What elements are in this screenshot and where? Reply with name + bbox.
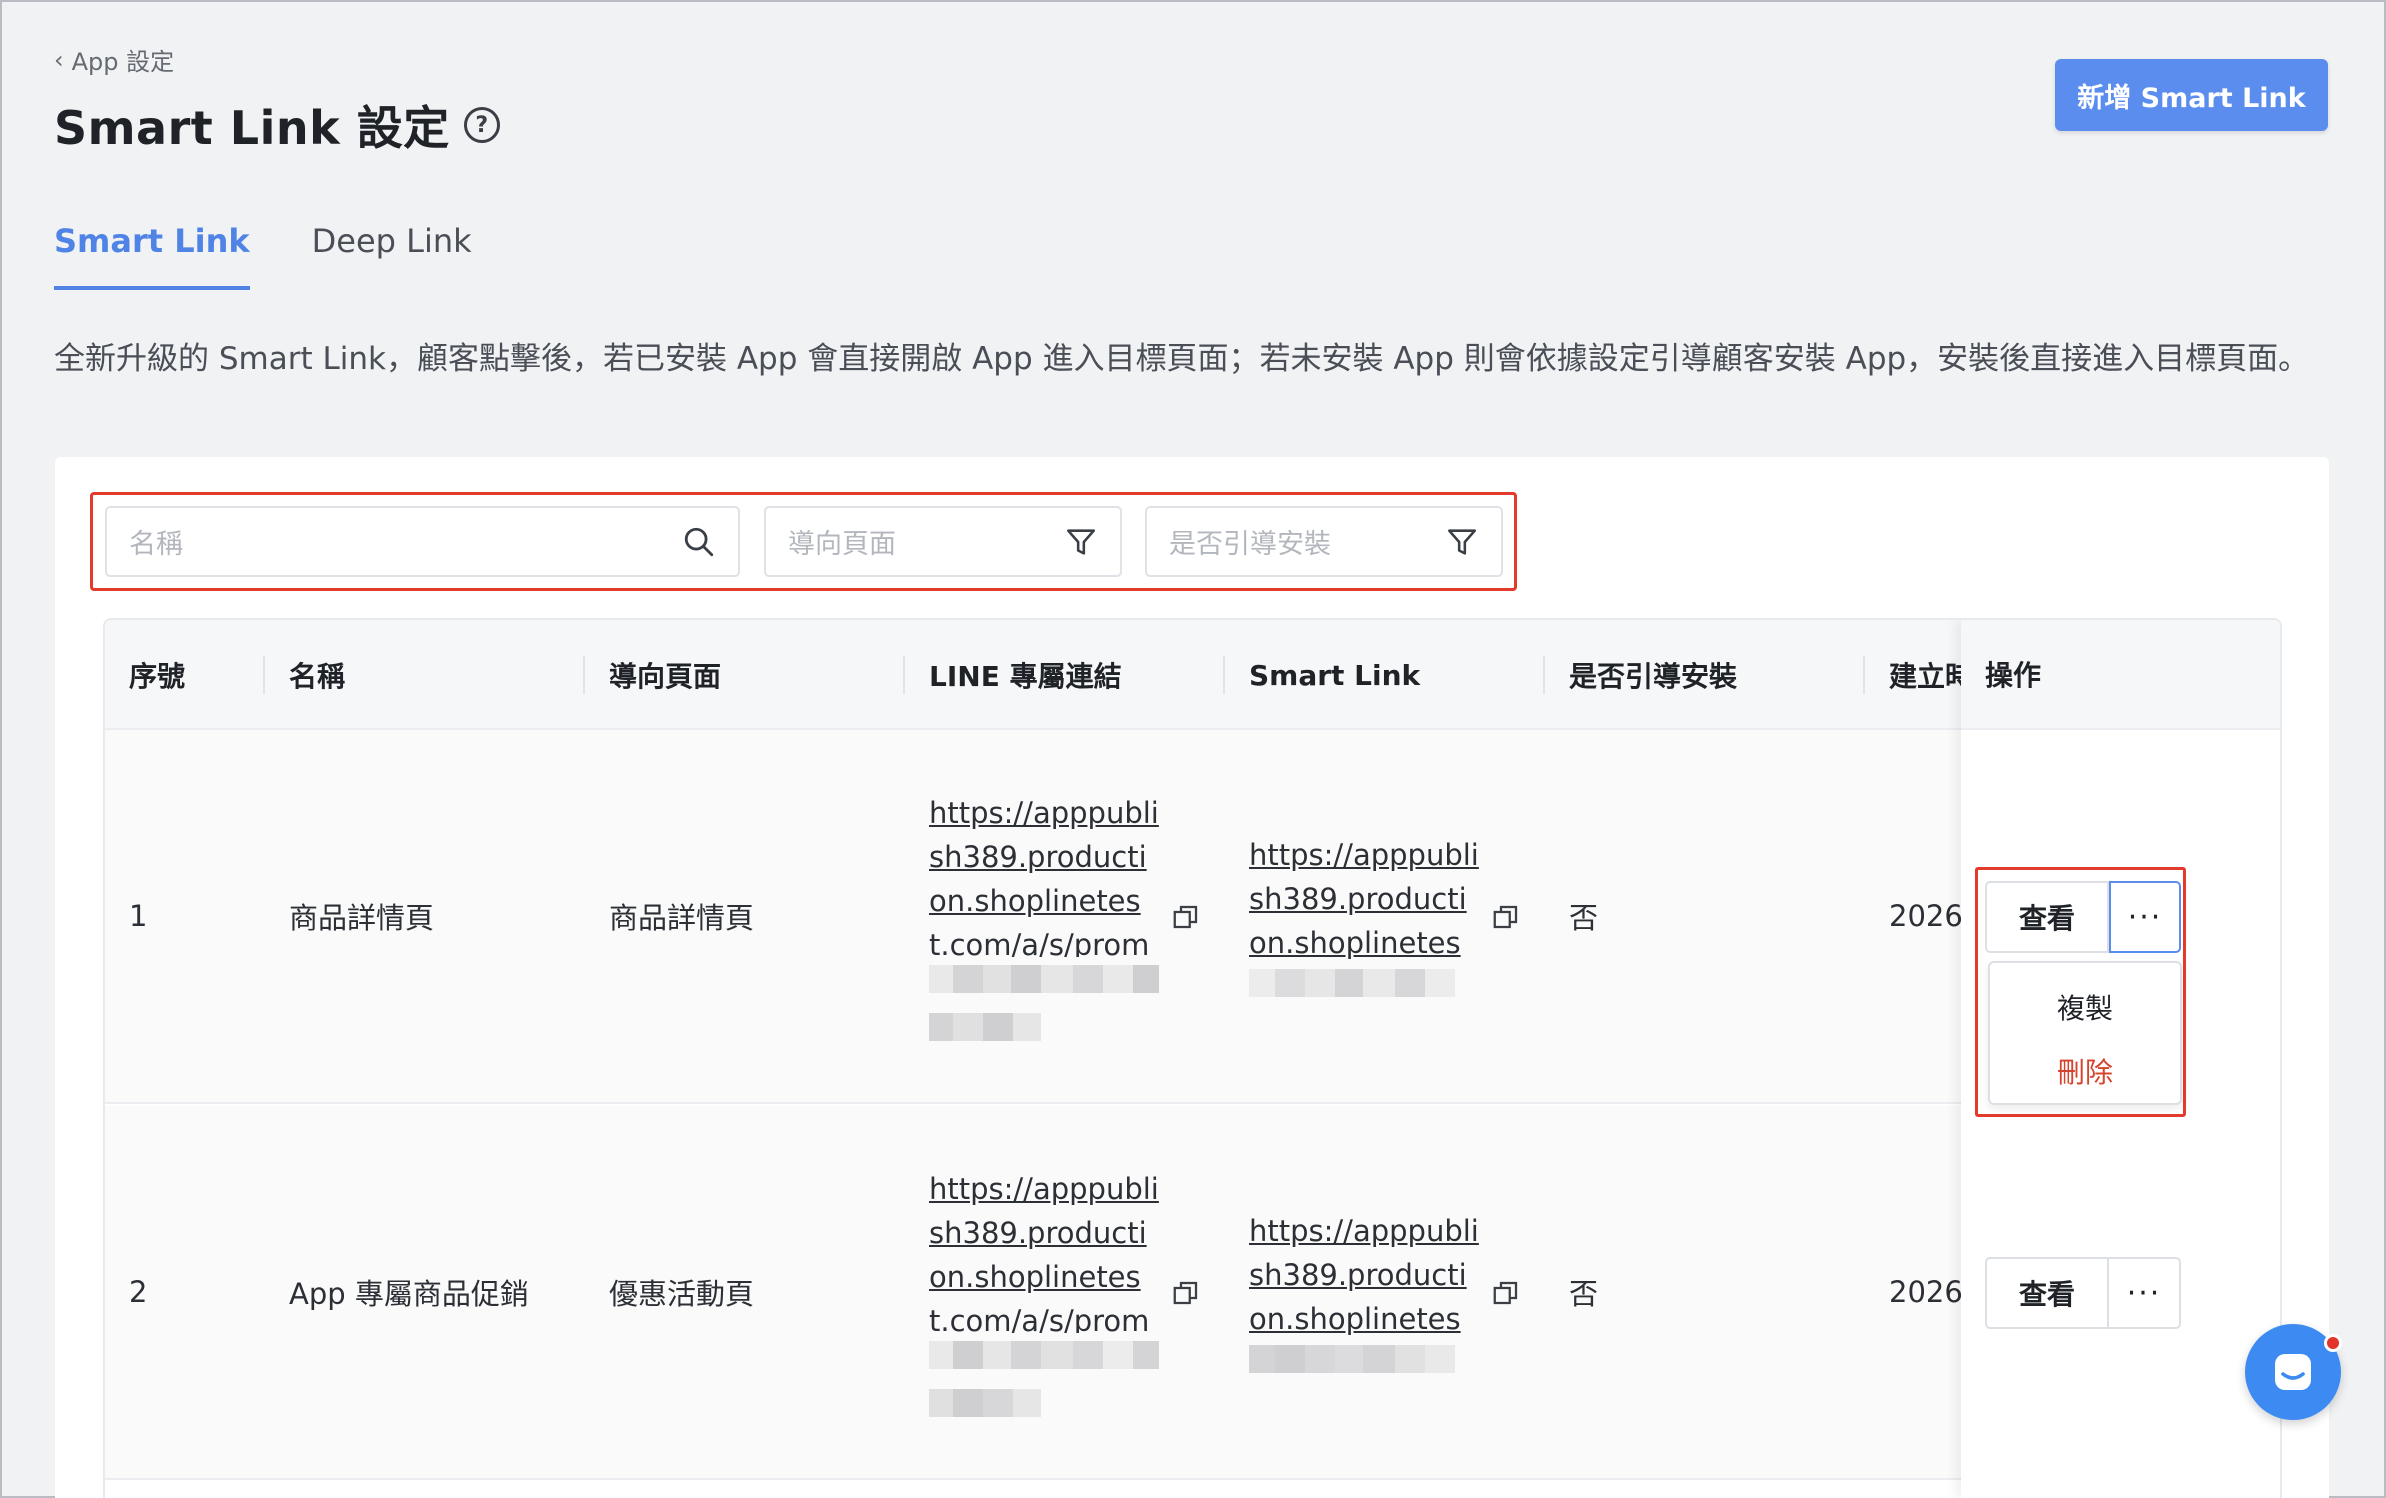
cell-name: 商品詳情頁: [289, 901, 435, 935]
blurred-text: [1249, 1345, 1479, 1375]
copy-icon[interactable]: [1491, 902, 1521, 932]
chevron-left-icon: ‹: [54, 45, 64, 74]
name-search-input[interactable]: 名稱: [105, 506, 740, 577]
table-row: 2 App 專屬商品促銷 優惠活動頁 https://apppublish389…: [105, 1106, 2280, 1480]
blurred-text: [929, 965, 1159, 993]
column-header-guide: 是否引導安裝: [1545, 620, 1865, 730]
blurred-text: [929, 1341, 1159, 1369]
blurred-text: [929, 1013, 1159, 1041]
filter-icon: [1066, 528, 1096, 555]
cell-guide: 否: [1569, 901, 1599, 935]
cell-target: 優惠活動頁: [609, 1277, 755, 1311]
column-header-smart-link: Smart Link: [1225, 620, 1545, 730]
guide-install-placeholder: 是否引導安裝: [1169, 529, 1331, 560]
cell-smart-link: https://apppublish389.production.shoplin…: [1225, 730, 1545, 1102]
target-page-filter[interactable]: 導向頁面: [764, 506, 1122, 577]
breadcrumb[interactable]: ‹ App 設定: [54, 42, 174, 77]
help-icon[interactable]: ?: [463, 107, 500, 143]
line-link[interactable]: https://apppublish389.production.shoplin…: [929, 791, 1159, 957]
smart-link[interactable]: https://apppublish389.production.shoplin…: [1249, 833, 1479, 965]
target-page-placeholder: 導向頁面: [788, 529, 896, 560]
notification-dot: [2324, 1334, 2342, 1352]
filter-icon: [1447, 528, 1477, 555]
tab-smart-link[interactable]: Smart Link: [54, 222, 250, 290]
line-link[interactable]: https://apppublish389.production.shoplin…: [929, 1167, 1159, 1333]
cell-index: 1: [129, 899, 148, 933]
tab-deep-link[interactable]: Deep Link: [312, 222, 472, 290]
smart-link[interactable]: https://apppublish389.production.shoplin…: [1249, 1209, 1479, 1341]
smart-link-table: 序號 名稱 導向頁面 LINE 專屬連結 Smart Link 是否引導安裝 建…: [103, 618, 2282, 1498]
view-button[interactable]: 查看: [1985, 1257, 2109, 1329]
cell-name: App 專屬商品促銷: [289, 1277, 529, 1311]
copy-icon[interactable]: [1491, 1278, 1521, 1308]
column-header-index: 序號: [105, 620, 265, 730]
copy-icon[interactable]: [1171, 1278, 1201, 1308]
cell-index: 2: [129, 1275, 148, 1309]
column-header-actions: 操作: [1961, 620, 2280, 730]
breadcrumb-label: App 設定: [71, 48, 175, 76]
chat-icon: [2275, 1354, 2311, 1390]
add-smart-link-button[interactable]: 新增 Smart Link: [2055, 59, 2328, 131]
name-search-placeholder: 名稱: [129, 529, 183, 560]
cell-line-link: https://apppublish389.production.shoplin…: [905, 1106, 1225, 1478]
actions-highlight-box: [1975, 867, 2186, 1117]
more-actions-button[interactable]: ···: [2109, 1257, 2181, 1329]
table-row: 1 商品詳情頁 商品詳情頁 https://apppublish389.prod…: [105, 730, 2280, 1104]
page-title: Smart Link 設定 ?: [54, 92, 500, 158]
cell-guide: 否: [1569, 1277, 1599, 1311]
copy-icon[interactable]: [1171, 902, 1201, 932]
cell-line-link: https://apppublish389.production.shoplin…: [905, 730, 1225, 1102]
row-actions: 查看 ···: [1985, 1257, 2181, 1329]
column-header-line-link: LINE 專屬連結: [905, 620, 1225, 730]
cell-target: 商品詳情頁: [609, 901, 755, 935]
search-icon: [684, 527, 714, 556]
column-header-name: 名稱: [265, 620, 585, 730]
blurred-text: [1249, 969, 1479, 999]
blurred-text: [929, 1389, 1159, 1417]
cell-smart-link: https://apppublish389.production.shoplin…: [1225, 1106, 1545, 1478]
table-header: 序號 名稱 導向頁面 LINE 專屬連結 Smart Link 是否引導安裝 建…: [105, 620, 2280, 730]
page-description: 全新升級的 Smart Link，顧客點擊後，若已安裝 App 會直接開啟 Ap…: [54, 341, 2310, 377]
page-title-text: Smart Link 設定: [54, 101, 450, 155]
column-header-target: 導向頁面: [585, 620, 905, 730]
tab-bar: Smart Link Deep Link: [54, 222, 472, 290]
guide-install-filter[interactable]: 是否引導安裝: [1145, 506, 1503, 577]
